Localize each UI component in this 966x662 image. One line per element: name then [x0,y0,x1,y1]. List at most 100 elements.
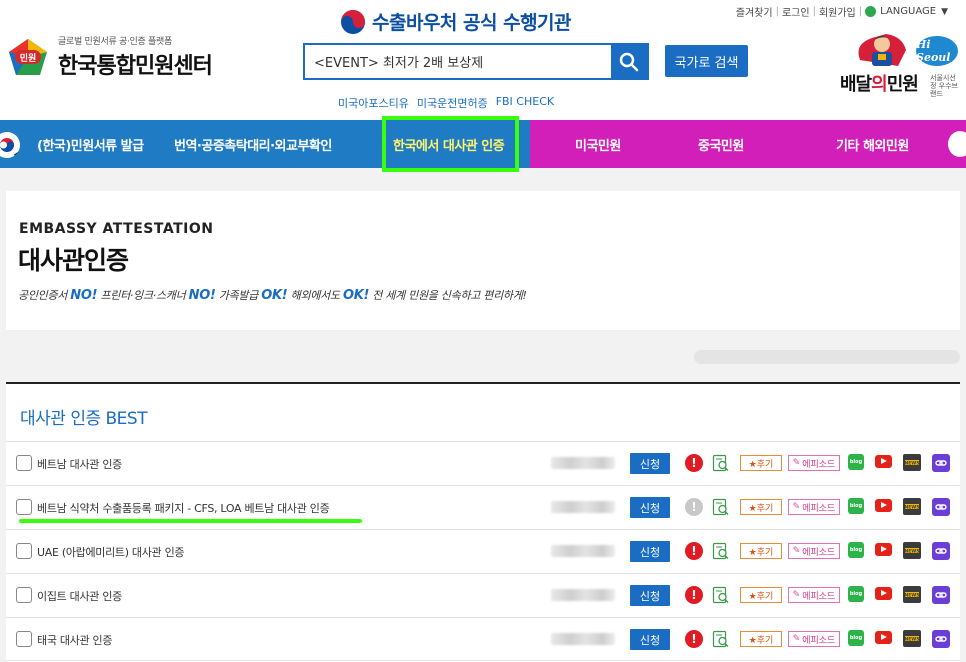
nav-edge-icon [948,131,966,157]
divider: | [812,6,816,17]
signup-link[interactable]: 회원가입 [819,4,856,19]
review-badge[interactable]: ★후기 [740,631,782,647]
search-input[interactable] [305,45,611,78]
episode-badge[interactable]: ✎ 에피소드 [788,499,840,515]
news-icon[interactable]: NEWS [903,630,921,647]
item-label[interactable]: 베트남 식약처 수출품등록 패키지 - CFS, LOA 베트남 대사관 인증 [37,500,330,516]
youtube-icon[interactable] [875,455,892,468]
nav-usa[interactable]: 미국민원 [575,135,621,154]
warning-icon[interactable]: ! [685,498,703,516]
apply-button[interactable]: 신청 [630,541,670,562]
logo-mark-icon: 민원 [6,37,50,77]
blog-icon[interactable]: blog [848,586,864,602]
news-icon[interactable]: NEWS [903,498,921,515]
youtube-icon[interactable] [875,587,892,600]
pencil-icon: ✎ [792,502,801,512]
korea-flag-icon [0,132,20,158]
warning-icon[interactable]: ! [685,586,703,604]
news-icon[interactable]: NEWS [903,454,921,471]
highlight-underline [19,519,362,523]
item-checkbox[interactable] [16,587,32,603]
favorites-link[interactable]: 즐겨찾기 [736,4,773,19]
apply-button[interactable]: 신청 [630,585,670,606]
episode-badge[interactable]: ✎ 에피소드 [788,587,840,603]
youtube-icon[interactable] [875,499,892,512]
episode-badge[interactable]: ✎ 에피소드 [788,455,840,471]
link-icon[interactable] [932,454,950,472]
blog-icon[interactable]: blog [848,498,864,514]
svg-text:NEWS: NEWS [904,636,919,642]
review-badge[interactable]: ★후기 [740,499,782,515]
link-icon[interactable] [932,630,950,648]
document-zoom-icon[interactable] [712,586,730,604]
login-link[interactable]: 로그인 [782,4,810,19]
review-badge[interactable]: ★후기 [740,543,782,559]
logo-badge-text: 민원 [20,52,37,64]
warning-icon[interactable]: ! [685,454,703,472]
search-button[interactable] [611,45,647,78]
list-item: 베트남 대사관 인증 신청 ! ★후기 ✎ 에피소드 blog NEWS [6,441,960,485]
nav-korea-documents[interactable]: (한국)민원서류 발급 [37,135,144,154]
link-icon[interactable] [932,498,950,516]
item-label[interactable]: UAE (아랍에미리트) 대사관 인증 [37,544,185,560]
globe-icon [865,6,877,17]
document-zoom-icon[interactable] [712,498,730,516]
item-checkbox[interactable] [16,631,32,647]
warning-icon[interactable]: ! [685,630,703,648]
hero-desc-part: 공인인증서 [18,289,71,302]
warning-icon[interactable]: ! [685,542,703,560]
link-icon[interactable] [932,542,950,560]
item-checkbox[interactable] [16,499,32,515]
pencil-icon: ✎ [792,546,801,556]
blog-icon[interactable]: blog [848,630,864,646]
nav-embassy-attestation[interactable]: 한국에서 대사관 인증 [382,116,519,172]
item-checkbox[interactable] [16,543,32,559]
episode-badge[interactable]: ✎ 에피소드 [788,631,840,647]
quick-link-license[interactable]: 미국운전면허증 [417,95,488,111]
apply-button[interactable]: 신청 [630,629,670,650]
item-label[interactable]: 이집트 대사관 인증 [37,588,122,604]
apply-button[interactable]: 신청 [630,497,670,518]
review-badge[interactable]: ★후기 [740,455,782,471]
svg-text:NEWS: NEWS [904,592,919,598]
best-list: 베트남 대사관 인증 신청 ! ★후기 ✎ 에피소드 blog NEWS 베트남 … [6,441,960,661]
list-item: UAE (아랍에미리트) 대사관 인증 신청 ! ★후기 ✎ 에피소드 blog … [6,529,960,573]
quick-link-apostille[interactable]: 미국아포스티유 [338,95,409,111]
episode-badge[interactable]: ✎ 에피소드 [788,543,840,559]
hero-desc-part: 해외에서도 [287,289,343,302]
search-box [303,43,649,80]
svg-text:NEWS: NEWS [904,504,919,510]
review-badge[interactable]: ★후기 [740,587,782,603]
taegeuk-icon [341,9,365,34]
hero-description: 공인인증서 NO! 프린터·잉크·스캐너 NO! 가족발급 OK! 해외에서도 … [18,287,527,303]
divider: | [775,6,779,17]
blog-icon[interactable]: blog [848,542,864,558]
nav-china[interactable]: 중국민원 [698,135,744,154]
caret-down-icon[interactable]: ▼ [941,7,948,17]
news-icon[interactable]: NEWS [903,542,921,559]
youtube-icon[interactable] [875,543,892,556]
document-zoom-icon[interactable] [712,542,730,560]
youtube-icon[interactable] [875,631,892,644]
hero-desc-part: 프린터·잉크·스캐너 [97,289,189,302]
item-checkbox[interactable] [16,455,32,471]
nav-translation-notary[interactable]: 번역·공증촉탁대리·외교부확인 [174,135,332,154]
hero-ok-2: OK! [342,288,370,303]
quick-link-fbi[interactable]: FBI CHECK [496,95,554,111]
document-zoom-icon[interactable] [712,454,730,472]
blog-icon[interactable]: blog [848,454,864,470]
apply-button[interactable]: 신청 [630,453,670,474]
delivery-brand-logo[interactable]: Hi Seoul 배달의민원 서울시선정 우수브랜드 [838,30,958,100]
news-icon[interactable]: NEWS [903,586,921,603]
item-label[interactable]: 베트남 대사관 인증 [37,456,122,472]
episode-label: 에피소드 [802,503,836,514]
nav-other-overseas[interactable]: 기타 해외민원 [836,135,909,154]
document-zoom-icon[interactable] [712,630,730,648]
site-logo[interactable]: 민원 글로벌 민원서류 공·인증 플랫폼 한국통합민원센터 [6,34,213,80]
item-label[interactable]: 태국 대사관 인증 [37,632,112,648]
link-icon[interactable] [932,586,950,604]
language-selector[interactable]: LANGUAGE [880,6,936,17]
episode-label: 에피소드 [802,635,836,646]
page-hero: EMBASSY ATTESTATION 대사관인증 공인인증서 NO! 프린터·… [6,191,960,330]
search-by-nation-button[interactable]: 국가로 검색 [665,45,748,77]
